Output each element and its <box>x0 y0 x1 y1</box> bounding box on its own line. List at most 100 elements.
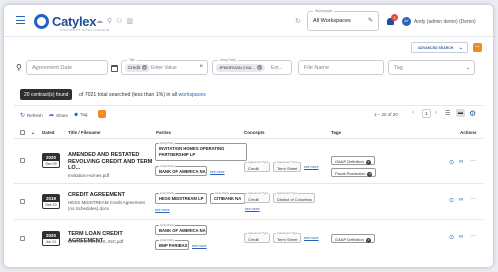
link-icon[interactable]: ∞ <box>459 197 463 203</box>
more-icon[interactable]: ··· <box>470 196 476 202</box>
agreement-date-input[interactable]: Agreement Date <box>26 60 108 75</box>
search-icon: ⚲ <box>16 63 22 72</box>
remove-tag-icon[interactable]: × <box>365 160 371 165</box>
prev-page-icon[interactable]: ‹ <box>412 110 414 116</box>
sort-arrow-icon[interactable]: ⌄ <box>31 130 35 136</box>
user-menu[interactable]: Andy (admin demo) (Demo) <box>414 19 476 25</box>
remove-tag-icon[interactable]: × <box>367 172 373 177</box>
link-icon[interactable]: ∞ <box>459 234 463 240</box>
date-monthday: Jun 21 <box>45 240 57 244</box>
party-box: Array Party CITIBANK NA <box>210 191 245 204</box>
logo-subtitle: CONTRACT INTELLIGENCE <box>60 28 110 32</box>
chart-icon[interactable]: ▥ <box>126 17 133 25</box>
date-badge: 2020 Dec 09 <box>42 153 60 168</box>
gear-icon[interactable]: ⚙ <box>469 109 476 118</box>
see-more-link[interactable]: see more <box>210 170 225 174</box>
refresh-workspace-icon[interactable]: ↻ <box>295 17 301 25</box>
col-dated[interactable]: Dated <box>42 130 55 135</box>
workspace-select[interactable]: Workspace All Workspaces ✎ <box>307 9 379 31</box>
table-row[interactable]: 2020 Dec 09 AMENDED AND RESTATED REVOLVI… <box>14 139 483 184</box>
page-number[interactable]: 1 <box>422 109 431 118</box>
party-chip[interactable]: JPMORGAN CHA... × <box>216 64 265 72</box>
row-checkbox[interactable] <box>20 236 25 241</box>
party-box-label: Array Party <box>159 191 175 195</box>
more-icon[interactable]: ··· <box>470 158 476 164</box>
cloud-icon[interactable]: ☁ <box>96 17 103 25</box>
refresh-button[interactable]: ↻ Refresh <box>20 112 43 119</box>
document-title[interactable]: AMENDED AND RESTATED REVOLVING CREDIT AN… <box>68 152 153 172</box>
remove-tag-icon[interactable]: × <box>365 238 371 243</box>
clear-title-icon[interactable]: × <box>199 64 203 70</box>
party-box-label: Array Party <box>159 164 175 168</box>
party-box-label: Array Party <box>159 223 175 227</box>
tag-button[interactable]: ⬥ Tag <box>74 112 87 119</box>
pager-range: 1 – 20 of 20 <box>374 112 398 117</box>
table-row[interactable]: 2019 Dec 10 CREDIT AGREEMENT HESS MIDSTR… <box>14 184 483 220</box>
see-more-link[interactable]: see more <box>304 236 319 240</box>
list-view-icon[interactable]: ☰ <box>445 110 450 117</box>
table-row[interactable]: 2020 Jun 21 TERM LOAN CREDIT AGREEMENT C… <box>14 220 483 254</box>
row-checkbox[interactable] <box>20 158 25 163</box>
title-filter[interactable]: Title Credit × Enter Value × <box>121 58 208 75</box>
remove-chip-icon[interactable]: × <box>256 65 262 70</box>
concept-box: Agreement Type Term Sheet <box>273 160 301 172</box>
see-more-link[interactable]: see more <box>192 244 207 248</box>
col-tags[interactable]: Tags <box>331 130 341 135</box>
date-year: 2020 <box>43 232 59 239</box>
select-all-checkbox[interactable] <box>20 130 25 135</box>
results-count-badge: 20 contract(s) found <box>20 89 73 100</box>
col-title[interactable]: Title / Filename <box>68 130 100 135</box>
view-icon[interactable]: ⊙ <box>449 234 454 241</box>
party-filter[interactable]: Array Party JPMORGAN CHA... × Ent... <box>212 58 292 75</box>
share-icon: ➦ <box>49 113 55 119</box>
view-icon[interactable]: ⊙ <box>449 197 454 204</box>
remove-chip-icon[interactable]: × <box>142 65 148 70</box>
menu-icon[interactable] <box>16 16 25 24</box>
calendar-icon[interactable] <box>111 65 118 72</box>
row-checkbox[interactable] <box>20 199 25 204</box>
party-chip-text: JPMORGAN CHA... <box>219 65 255 70</box>
party-box-label: Array Party <box>159 238 175 242</box>
tag-chip[interactable]: GAAP Definition × <box>331 234 375 243</box>
workspaces-link[interactable]: workspaces <box>179 92 206 98</box>
avatar[interactable]: AY <box>402 17 411 26</box>
party-name: HESS MIDSTREAM LP <box>159 196 204 201</box>
title-filter-placeholder: Enter Value <box>151 65 177 71</box>
logo-icon <box>34 14 49 29</box>
party-name: BANK OF AMERICA NA <box>159 228 206 233</box>
tag-chip-text: GAAP Definition <box>335 237 364 242</box>
col-parties[interactable]: Parties <box>156 130 171 135</box>
party-name: BNP PARIBAS <box>159 243 188 248</box>
users-icon[interactable]: ⚇ <box>116 17 122 25</box>
concept-tag: Agreement Type <box>276 160 299 164</box>
party-name: INVITATION HOMES OPERATING PARTNERSHIP L… <box>159 146 225 157</box>
concept-value: Credit <box>248 196 259 202</box>
link-icon[interactable]: ∞ <box>459 159 463 165</box>
see-more-link[interactable]: see more <box>245 207 260 211</box>
file-name-placeholder: File Name <box>304 65 330 71</box>
see-more-link[interactable]: see more <box>155 208 170 212</box>
see-more-link[interactable]: see more <box>304 165 319 169</box>
col-concepts[interactable]: Concepts <box>244 130 265 135</box>
advanced-search-button[interactable]: ADVANCED SEARCH ⌄ <box>411 42 468 53</box>
title-chip[interactable]: Credit × <box>125 64 151 72</box>
tag-select[interactable]: Tag ⌄ <box>388 60 475 75</box>
notification-badge: 3 <box>391 14 398 21</box>
concept-box: Agreement Type Credit <box>244 191 270 203</box>
collapse-button[interactable]: – <box>473 43 482 52</box>
collapse-toolbar-button[interactable]: – <box>98 110 106 118</box>
more-icon[interactable]: ··· <box>470 233 476 239</box>
share-button[interactable]: ➦ Share <box>49 112 68 119</box>
compact-view-icon[interactable]: ▬ <box>456 109 465 117</box>
document-title[interactable]: CREDIT AGREEMENT <box>68 192 153 199</box>
tag-chip-text: GAAP Definition <box>335 159 364 164</box>
view-icon[interactable]: ⊙ <box>449 159 454 166</box>
tag-chip[interactable]: GAAP Definition × <box>331 156 375 165</box>
next-page-icon[interactable]: › <box>435 110 437 116</box>
search-icon[interactable]: ⚲ <box>107 17 112 25</box>
pencil-icon[interactable]: ✎ <box>368 17 373 24</box>
file-name-input[interactable]: File Name <box>298 60 384 75</box>
party-filter-label: Array Party <box>218 58 238 62</box>
tag-chip[interactable]: Fiscal Restriction × <box>331 168 377 177</box>
document-filename: HESS MIDSTREAM Credit Agreement (no Sche… <box>68 200 145 211</box>
